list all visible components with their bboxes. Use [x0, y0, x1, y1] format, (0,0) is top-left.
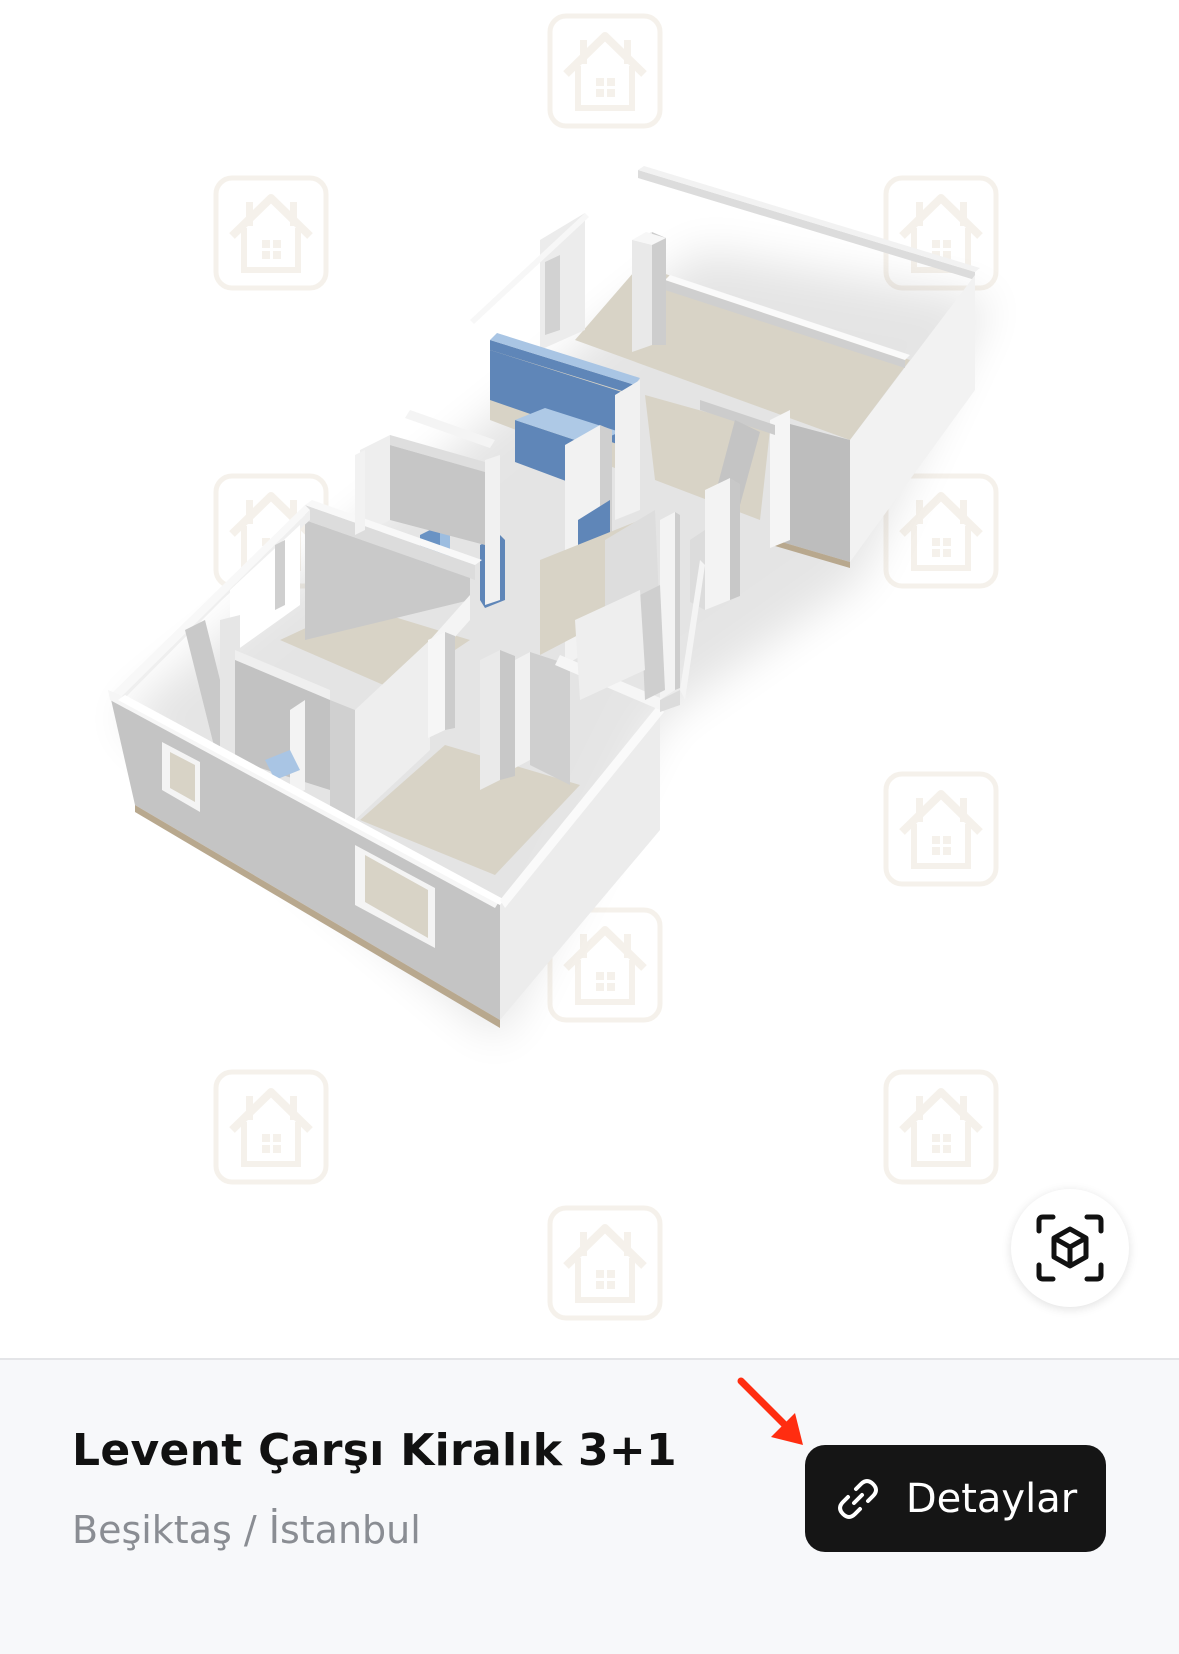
ar-cube-icon	[1036, 1214, 1104, 1282]
3d-floorplan-viewer[interactable]	[0, 0, 1179, 1358]
listing-title: Levent Çarşı Kiralık 3+1	[72, 1425, 677, 1476]
details-button-label: Detaylar	[905, 1475, 1078, 1522]
ar-view-button[interactable]	[1011, 1189, 1129, 1307]
red-arrow-icon	[737, 1377, 803, 1445]
link-icon	[837, 1478, 878, 1519]
floorplan-3d-model[interactable]	[0, 0, 1179, 1358]
listing-location: Beşiktaş / İstanbul	[72, 1508, 421, 1552]
details-button[interactable]: Detaylar	[805, 1445, 1106, 1552]
